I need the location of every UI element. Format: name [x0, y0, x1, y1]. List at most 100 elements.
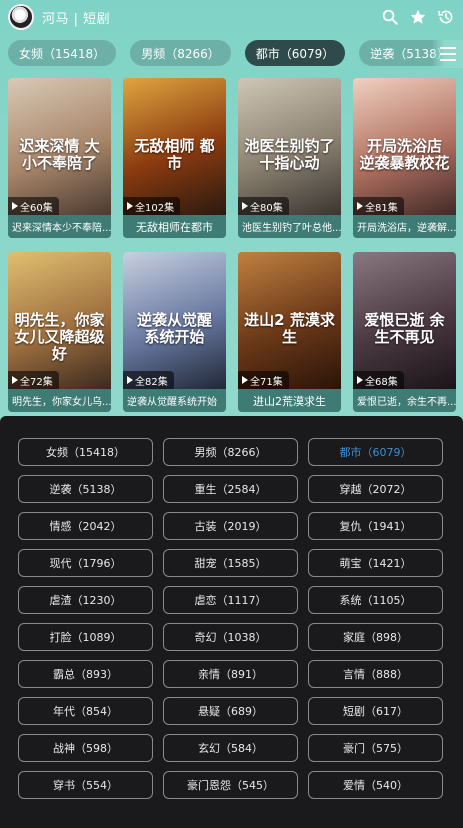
episode-count: 全60集	[20, 202, 53, 214]
drama-title[interactable]: 进山2荒漠求生	[238, 389, 341, 412]
drama-poster[interactable]: 开局洗浴店 逆袭暴教校花全81集	[353, 78, 456, 215]
drama-card[interactable]: 爱恨已逝 余生不再见全68集 爱恨已逝，余生不再...	[353, 252, 456, 412]
episode-count: 全102集	[135, 202, 175, 214]
drama-poster[interactable]: 迟来深情 大小不奉陪了全60集	[8, 78, 111, 215]
episode-count: 全80集	[250, 202, 283, 214]
filter-button[interactable]: 萌宝（1421）	[308, 549, 443, 577]
play-icon	[127, 202, 133, 210]
drama-card[interactable]: 明先生，你家女儿又降超级好全72集 明先生，你家女儿乌...	[8, 252, 111, 412]
category-chip[interactable]: 都市（6079）	[244, 40, 346, 66]
category-chip[interactable]: 男频（8266）	[130, 40, 231, 66]
filter-button[interactable]: 虐恋（1117）	[163, 586, 298, 614]
drama-card[interactable]: 逆袭从觉醒 系统开始全82集 逆袭从觉醒系统开始	[123, 252, 226, 412]
filter-button[interactable]: 现代（1796）	[18, 549, 153, 577]
episode-count: 全81集	[365, 202, 398, 214]
poster-title-art: 逆袭从觉醒 系统开始	[136, 311, 212, 346]
poster-title-art: 迟来深情 大小不奉陪了	[19, 137, 100, 172]
drama-title[interactable]: 明先生，你家女儿乌...	[8, 389, 111, 412]
filter-button[interactable]: 逆袭（5138）	[18, 475, 153, 503]
filter-button[interactable]: 女频（15418）	[18, 438, 153, 466]
episode-badge: 全81集	[353, 197, 404, 215]
poster-title-art: 开局洗浴店 逆袭暴教校花	[359, 137, 450, 172]
filter-button[interactable]: 战神（598）	[18, 734, 153, 762]
filter-button[interactable]: 家庭（898）	[308, 623, 443, 651]
drama-grid: 迟来深情 大小不奉陪了 全60集 迟来深情本少不奉陪... 无敌相师 都市 全102集无…	[8, 78, 456, 412]
drama-poster[interactable]: 池医生别钓了 十指心动 全80集	[238, 78, 341, 215]
category-chip-bar: 女频（15418）男频（8266）都市（6079）逆袭（5138）重	[0, 40, 463, 68]
header-actions	[381, 8, 455, 26]
filter-button[interactable]: 亲情（891）	[163, 660, 298, 688]
episode-badge: 全71集	[238, 371, 289, 389]
filter-button[interactable]: 系统（1105）	[308, 586, 443, 614]
search-icon[interactable]	[381, 8, 399, 26]
app-title: 河马 | 短剧	[42, 11, 111, 27]
play-icon	[127, 376, 133, 384]
drama-title[interactable]: 无敌相师在都市	[123, 215, 226, 238]
menu-button[interactable]	[433, 40, 463, 68]
episode-count: 全72集	[20, 376, 53, 388]
episode-badge: 全102集	[123, 197, 181, 215]
app-header: 河马 | 短剧	[0, 0, 463, 34]
drama-poster[interactable]: 进山2 荒漠求生全71集	[238, 252, 341, 389]
drama-title[interactable]: 开局洗浴店，逆袭解...	[353, 215, 456, 238]
play-icon	[242, 202, 248, 210]
drama-card[interactable]: 无敌相师 都市全102集 无敌相师在都市	[123, 78, 226, 238]
filter-button[interactable]: 霸总（893）	[18, 660, 153, 688]
episode-badge: 全80集	[238, 197, 289, 215]
filter-button[interactable]: 打脸（1089）	[18, 623, 153, 651]
filter-button[interactable]: 爱情（540）	[308, 771, 443, 799]
filter-button[interactable]: 豪门（575）	[308, 734, 443, 762]
filter-button[interactable]: 情感（2042）	[18, 512, 153, 540]
filter-button[interactable]: 都市（6079）	[308, 438, 443, 466]
star-icon[interactable]	[409, 8, 427, 26]
menu-icon	[440, 47, 456, 61]
filter-button[interactable]: 穿越（2072）	[308, 475, 443, 503]
drama-card[interactable]: 开局洗浴店 逆袭暴教校花全81集 开局洗浴店，逆袭解...	[353, 78, 456, 238]
filter-button[interactable]: 短剧（617）	[308, 697, 443, 725]
filter-button[interactable]: 古装（2019）	[163, 512, 298, 540]
episode-count: 全68集	[365, 376, 398, 388]
filter-button[interactable]: 甜宠（1585）	[163, 549, 298, 577]
episode-badge: 全60集	[8, 197, 59, 215]
poster-title-art: 明先生，你家女儿又降超级好	[14, 311, 105, 363]
filter-button[interactable]: 复仇（1941）	[308, 512, 443, 540]
play-icon	[242, 376, 248, 384]
episode-badge: 全68集	[353, 371, 404, 389]
poster-title-art: 爱恨已逝 余生不再见	[364, 311, 445, 346]
poster-title-art: 无敌相师 都市	[134, 137, 215, 172]
filter-button[interactable]: 重生（2584）	[163, 475, 298, 503]
filter-sheet: 女频（15418） 男频（8266） 都市（6079） 逆袭（5138） 重生（2584…	[0, 416, 463, 828]
filter-button[interactable]: 悬疑（689）	[163, 697, 298, 725]
drama-poster[interactable]: 逆袭从觉醒 系统开始全82集	[123, 252, 226, 389]
filter-button[interactable]: 男频（8266）	[163, 438, 298, 466]
drama-title[interactable]: 池医生别钓了叶总他...	[238, 215, 341, 238]
filter-button[interactable]: 豪门恩怨（545）	[163, 771, 298, 799]
category-chip[interactable]: 女频（15418）	[8, 40, 117, 66]
play-icon	[357, 202, 363, 210]
drama-card[interactable]: 迟来深情 大小不奉陪了全60集 迟来深情本少不奉陪...	[8, 78, 111, 238]
filter-button[interactable]: 年代（854）	[18, 697, 153, 725]
episode-badge: 全72集	[8, 371, 59, 389]
drama-title[interactable]: 迟来深情本少不奉陪...	[8, 215, 111, 238]
filter-button[interactable]: 穿书（554）	[18, 771, 153, 799]
filter-button[interactable]: 虐渣（1230）	[18, 586, 153, 614]
history-icon[interactable]	[437, 8, 455, 26]
drama-poster[interactable]: 无敌相师 都市全102集	[123, 78, 226, 215]
filter-button[interactable]: 言情（888）	[308, 660, 443, 688]
drama-title[interactable]: 爱恨已逝，余生不再...	[353, 389, 456, 412]
filter-button[interactable]: 玄幻（584）	[163, 734, 298, 762]
play-icon	[12, 376, 18, 384]
drama-card[interactable]: 进山2 荒漠求生全71集 进山2荒漠求生	[238, 252, 341, 412]
app-logo	[8, 4, 34, 30]
poster-title-art: 进山2 荒漠求生	[244, 311, 335, 346]
drama-poster[interactable]: 爱恨已逝 余生不再见全68集	[353, 252, 456, 389]
filter-button[interactable]: 奇幻（1038）	[163, 623, 298, 651]
filter-grid: 女频（15418） 男频（8266） 都市（6079） 逆袭（5138） 重生（2584…	[18, 438, 444, 799]
episode-count: 全71集	[250, 376, 283, 388]
play-icon	[357, 376, 363, 384]
play-icon	[12, 202, 18, 210]
drama-title[interactable]: 逆袭从觉醒系统开始	[123, 389, 226, 412]
drama-card[interactable]: 池医生别钓了 十指心动 全80集 池医生别钓了叶总他...	[238, 78, 341, 238]
episode-count: 全82集	[135, 376, 168, 388]
drama-poster[interactable]: 明先生，你家女儿又降超级好全72集	[8, 252, 111, 389]
